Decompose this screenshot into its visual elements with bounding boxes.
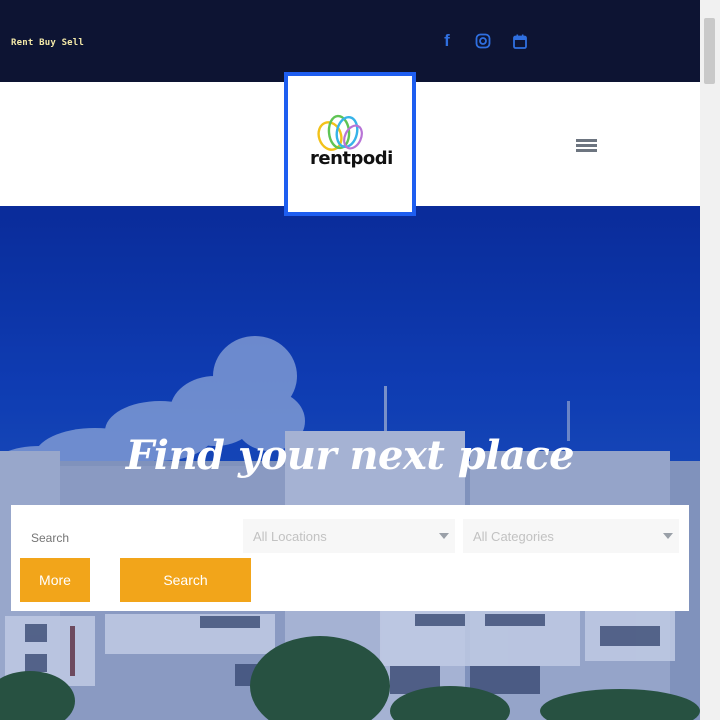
location-select[interactable]: All Locations — [243, 519, 455, 553]
chevron-down-icon — [439, 533, 449, 539]
category-select[interactable]: All Categories — [463, 519, 679, 553]
hamburger-menu-icon[interactable] — [576, 139, 597, 153]
more-button[interactable]: More — [20, 558, 90, 602]
tagline: Rent Buy Sell — [11, 38, 85, 48]
logo-mark-icon — [317, 114, 363, 151]
location-select-value: All Locations — [253, 528, 327, 544]
category-select-value: All Categories — [473, 528, 554, 544]
top-bar: Rent Buy Sell f — [0, 0, 700, 82]
scrollbar-thumb[interactable] — [704, 18, 715, 84]
site-logo[interactable]: rentpodi — [284, 72, 416, 216]
facebook-icon[interactable]: f — [437, 31, 457, 51]
page-scrollbar[interactable] — [700, 0, 720, 720]
hero-title: Find your next place — [125, 432, 575, 479]
page-viewport: Rent Buy Sell f rentpodi Find your next … — [0, 0, 700, 720]
hero-banner: Find your next place — [0, 206, 700, 720]
search-panel: All Locations All Categories More Search — [11, 505, 689, 611]
search-button[interactable]: Search — [120, 558, 251, 602]
instagram-icon[interactable] — [473, 31, 493, 51]
search-input[interactable] — [23, 523, 248, 553]
chevron-down-icon — [663, 533, 673, 539]
calendar-icon[interactable] — [510, 31, 530, 51]
logo-text: rentpodi — [310, 148, 393, 169]
